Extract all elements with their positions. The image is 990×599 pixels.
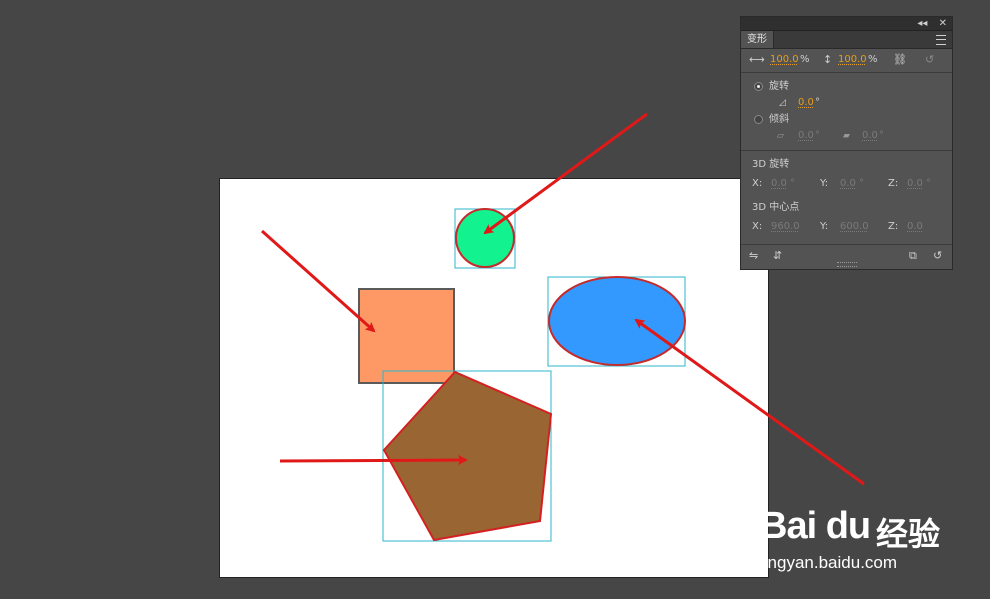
scale-width-unit: % <box>800 54 810 65</box>
skew-horizontal-icon: ▱ <box>777 131 784 141</box>
panel-resize-grip[interactable] <box>837 262 857 267</box>
flip-vertical-icon[interactable]: ⇵ <box>773 249 782 262</box>
reset-transform-icon[interactable]: ↺ <box>933 249 942 262</box>
center3d-y-field[interactable]: 600.0 <box>840 218 869 236</box>
reset-scale-icon[interactable]: ↺ <box>925 51 934 69</box>
close-panel-button[interactable]: ✕ <box>939 18 947 29</box>
skew-vertical-icon: ▰ <box>843 131 850 141</box>
rotate3d-x-label: X: <box>752 178 763 189</box>
center3d-x-field[interactable]: 960.0 <box>771 218 800 236</box>
skew-horizontal-unit: ° <box>815 130 820 141</box>
rotate3d-x-unit: ° <box>790 178 795 189</box>
center3d-y-label: Y: <box>820 221 829 232</box>
flip-horizontal-icon[interactable]: ⇋ <box>749 249 758 262</box>
rotate3d-z-unit: ° <box>926 178 931 189</box>
scale-height-unit: % <box>868 54 878 65</box>
baidu-watermark: Bai du 经验 jingyan.baidu.com <box>758 505 990 597</box>
duplicate-transform-icon[interactable]: ⧉ <box>909 249 917 263</box>
center3d-title: 3D 中心点 <box>752 202 800 213</box>
annotation-arrow <box>261 229 376 333</box>
center3d-z-field[interactable]: 0.0 <box>907 218 923 236</box>
watermark-url: jingyan.baidu.com <box>760 553 898 572</box>
annotation-arrow <box>634 318 865 486</box>
panel-titlebar[interactable]: ◂◂ ✕ <box>741 17 952 31</box>
center3d-z-label: Z: <box>888 221 899 232</box>
rotate3d-y-label: Y: <box>820 178 829 189</box>
rotate3d-x-field[interactable]: 0.0 <box>771 175 787 193</box>
scale-height-icon: ↕ <box>823 53 833 66</box>
rotate-unit: ° <box>815 97 820 108</box>
rotate-angle-icon: ◿ <box>779 98 786 108</box>
collapse-panel-button[interactable]: ◂◂ <box>917 18 927 29</box>
rotate3d-title: 3D 旋转 <box>752 159 790 170</box>
skew-horizontal-field[interactable]: 0.0 <box>798 127 814 145</box>
annotation-arrow <box>279 455 468 466</box>
scale-height-field[interactable]: 100.0 <box>838 51 867 69</box>
center3d-x-label: X: <box>752 221 763 232</box>
rotate3d-y-unit: ° <box>859 178 864 189</box>
rotate3d-z-label: Z: <box>888 178 899 189</box>
rotate3d-z-field[interactable]: 0.0 <box>907 175 923 193</box>
square-shape[interactable] <box>358 288 455 384</box>
skew-vertical-unit: ° <box>879 130 884 141</box>
annotation-arrow <box>483 112 648 235</box>
pentagon-shape[interactable] <box>382 370 553 542</box>
constrain-link-icon[interactable]: ⛓ <box>893 51 907 69</box>
transform-panel: ◂◂ ✕ 变形 ⟷ 100.0 % ↕ 100.0 % ⛓ ↺ 旋转 ◿ 0.0… <box>740 16 953 270</box>
watermark-brand: Bai du <box>760 505 871 547</box>
rotate-value-field[interactable]: 0.0 <box>798 94 814 112</box>
rotate3d-y-field[interactable]: 0.0 <box>840 175 856 193</box>
scale-width-icon: ⟷ <box>749 53 765 66</box>
scale-width-field[interactable]: 100.0 <box>770 51 799 69</box>
ellipse-shape[interactable] <box>548 276 686 366</box>
rotate-radio[interactable] <box>754 82 763 91</box>
skew-radio[interactable] <box>754 115 763 124</box>
watermark-brand-cn: 经验 <box>876 515 941 553</box>
skew-vertical-field[interactable]: 0.0 <box>862 127 878 145</box>
panel-menu-icon[interactable] <box>936 35 946 45</box>
tab-transform[interactable]: 变形 <box>741 31 774 48</box>
